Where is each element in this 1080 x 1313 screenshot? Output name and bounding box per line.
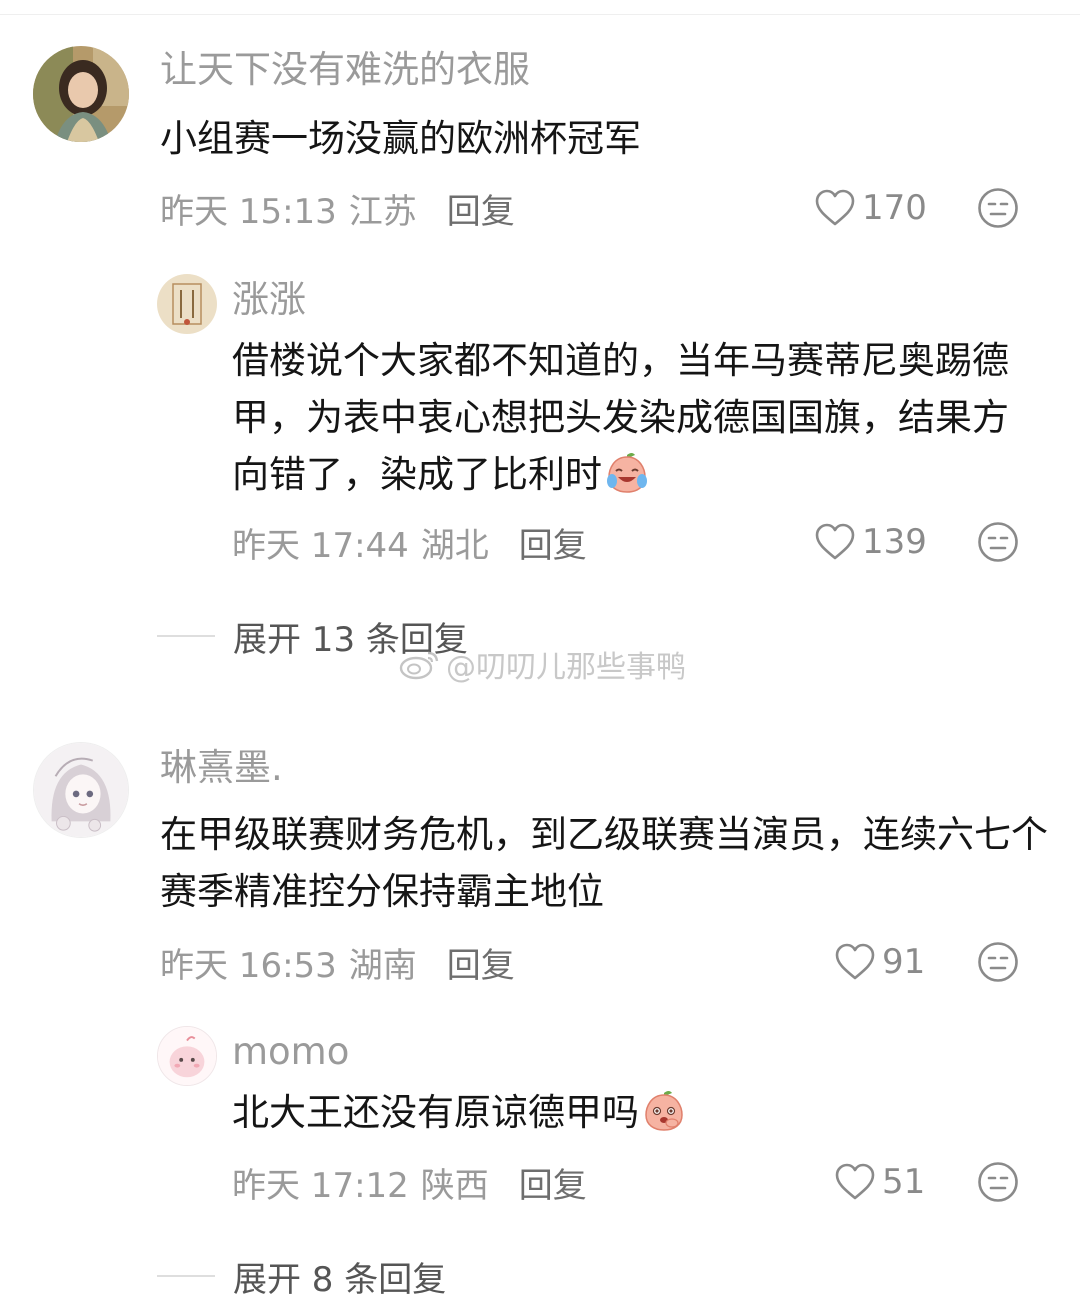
- comment-text: 小组赛一场没赢的欧洲杯冠军: [160, 117, 641, 160]
- user-avatar[interactable]: [33, 46, 129, 142]
- comment-meta: 昨天 15:13 江苏 回复: [160, 184, 515, 233]
- neutral-face-icon: [978, 1162, 1018, 1202]
- shy-peach-emoji-icon: [641, 1087, 687, 1133]
- watermark-text: @叨叨儿那些事鸭: [446, 650, 686, 685]
- reply-location: 湖北: [420, 525, 489, 566]
- expand-label: 展开 8 条回复: [233, 1259, 447, 1300]
- reply-time: 昨天 17:12: [232, 1165, 409, 1206]
- reply-button[interactable]: 回复: [447, 184, 515, 233]
- reply-text-content: 北大王还没有原谅德甲吗: [232, 1091, 639, 1134]
- like-count: 91: [882, 942, 926, 982]
- anime-girl-avatar-icon: [34, 743, 128, 837]
- reply-username[interactable]: momo: [232, 1030, 349, 1074]
- dislike-button[interactable]: [977, 187, 1019, 229]
- reply-time: 昨天 17:44: [232, 525, 409, 566]
- user-avatar[interactable]: [33, 742, 129, 838]
- weibo-logo-icon: [399, 651, 439, 680]
- expand-divider: [157, 635, 215, 637]
- like-count: 51: [882, 1162, 926, 1202]
- comment-time: 昨天 16:53: [160, 945, 337, 986]
- reply-username[interactable]: 涨涨: [232, 278, 306, 322]
- seal-avatar-icon: [157, 274, 217, 334]
- reply-button[interactable]: 回复: [447, 938, 515, 987]
- like-count: 139: [862, 522, 927, 562]
- comment-time: 昨天 15:13: [160, 191, 337, 232]
- heart-icon: [815, 189, 855, 226]
- comment-username[interactable]: 琳熹墨.: [160, 746, 283, 790]
- like-button[interactable]: 51: [834, 1160, 925, 1204]
- pink-blob-avatar-icon: [158, 1027, 216, 1085]
- reply-meta: 昨天 17:44 湖北 回复: [232, 518, 587, 567]
- comment-location: 江苏: [348, 191, 417, 232]
- heart-icon: [835, 943, 875, 980]
- comment-location: 湖南: [348, 945, 417, 986]
- comment-username[interactable]: 让天下没有难洗的衣服: [160, 48, 530, 92]
- dislike-button[interactable]: [977, 521, 1019, 563]
- like-button[interactable]: 170: [814, 186, 927, 230]
- comment-text: 在甲级联赛财务危机，到乙级联赛当演员，连续六七个赛季精准控分保持霸主地位: [160, 813, 1048, 913]
- like-button[interactable]: 139: [814, 520, 927, 564]
- reply-meta: 昨天 17:12 陕西 回复: [232, 1158, 587, 1207]
- dislike-button[interactable]: [977, 941, 1019, 983]
- neutral-face-icon: [978, 942, 1018, 982]
- portrait-avatar-icon: [33, 46, 129, 142]
- reply-avatar[interactable]: [157, 1026, 217, 1086]
- reply-text: 借楼说个大家都不知道的，当年马赛蒂尼奥踢德甲，为表中衷心想把头发染成德国国旗，结…: [232, 332, 1032, 503]
- dislike-button[interactable]: [977, 1161, 1019, 1203]
- reply-avatar[interactable]: [157, 274, 217, 334]
- reply-location: 陕西: [420, 1165, 489, 1206]
- reply-text: 北大王还没有原谅德甲吗: [232, 1084, 1032, 1141]
- reply-button[interactable]: 回复: [519, 518, 587, 567]
- reply-button[interactable]: 回复: [519, 1158, 587, 1207]
- like-count: 170: [862, 188, 927, 228]
- heart-icon: [835, 1163, 875, 1200]
- neutral-face-icon: [978, 522, 1018, 562]
- weibo-watermark: @叨叨儿那些事鸭: [398, 642, 686, 686]
- neutral-face-icon: [978, 188, 1018, 228]
- like-button[interactable]: 91: [834, 940, 925, 984]
- expand-divider: [157, 1275, 215, 1277]
- heart-icon: [815, 523, 855, 560]
- top-divider: [0, 14, 1080, 15]
- expand-replies-button[interactable]: 展开 8 条回复: [157, 1254, 447, 1300]
- comment-meta: 昨天 16:53 湖南 回复: [160, 938, 515, 987]
- laughing-tears-peach-emoji-icon: [604, 449, 650, 495]
